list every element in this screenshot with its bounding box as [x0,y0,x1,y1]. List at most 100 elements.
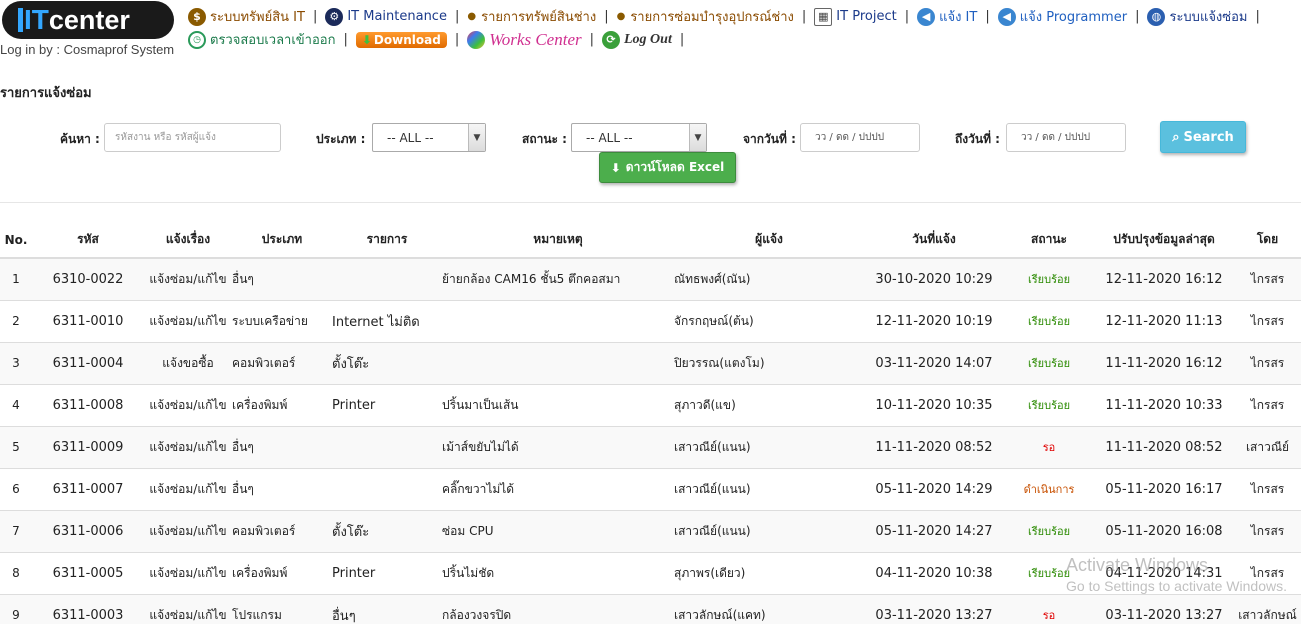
col-subject[interactable]: แจ้งเรื่อง [144,222,232,259]
cell-subject: แจ้งซ่อม/แก้ไข [144,425,232,468]
cell-by: ไกรสร [1234,257,1301,300]
top-nav-row-2: ◷ ตรวจสอบเวลาเข้าออก | ⬇ Download | Works… [188,29,692,50]
nav-works-center[interactable]: Works Center [467,30,582,50]
nav-check-time[interactable]: ◷ ตรวจสอบเวลาเข้าออก [188,29,335,50]
col-note[interactable]: หมายเหตุ [442,222,674,259]
download-excel-button[interactable]: ⬇ ดาวน์โหลด Excel [599,152,736,183]
table-row[interactable]: 6 6311-0007 แจ้งซ่อม/แก้ไข อื่นๆ คลิ๊กขวาไม่… [0,467,1301,510]
cell-no: 3 [0,341,32,384]
cell-item: อื่นๆ [332,593,442,624]
cell-subject: แจ้งซ่อม/แก้ไข [144,509,232,552]
nav-separator: | [312,9,318,24]
cell-subject: แจ้งขอซื้อ [144,341,232,384]
col-item[interactable]: รายการ [332,222,442,259]
calendar-icon: ▦ [814,7,833,26]
works-icon [467,30,486,49]
cell-by: เสาวณีย์ [1234,425,1301,468]
col-type[interactable]: ประเภท [232,222,332,259]
cell-type: อื่นๆ [232,257,332,300]
nav-repair-system[interactable]: ◍ ระบบแจ้งซ่อม [1147,6,1247,27]
globe-icon: ◍ [1147,7,1166,26]
cell-subject: แจ้งซ่อม/แก้ไข [144,257,232,300]
nav-label: ระบบแจ้งซ่อม [1169,10,1248,25]
cell-type: คอมพิวเตอร์ [232,341,332,384]
col-by[interactable]: โดย [1234,222,1301,259]
cell-code: 6311-0004 [32,341,144,384]
nav-asset-it[interactable]: $ ระบบทรัพย์สิน IT [188,6,305,27]
table-row[interactable]: 4 6311-0008 แจ้งซ่อม/แก้ไข เครื่องพิมพ์ Prin… [0,383,1301,426]
cell-date: 30-10-2020 10:29 [864,257,1004,300]
table-row[interactable]: 2 6311-0010 แจ้งซ่อม/แก้ไข ระบบเครือข่าย Int… [0,299,1301,342]
cell-date: 03-11-2020 14:07 [864,341,1004,384]
nav-it-maintenance[interactable]: ⚙ IT Maintenance [325,7,447,26]
from-date-input[interactable]: วว / ดด / ปปปป [800,123,920,152]
to-date-input[interactable]: วว / ดด / ปปปป [1006,123,1126,152]
cell-updated: 05-11-2020 16:08 [1094,509,1234,552]
cell-note: ปริ้นมาเป็นเส้น [442,383,674,426]
nav-report-it[interactable]: ◀ แจ้ง IT [917,6,977,27]
cell-item [332,467,442,510]
nav-separator: | [343,32,348,47]
top-nav-row-1: $ ระบบทรัพย์สิน IT | ⚙ IT Maintenance | … [188,6,1268,27]
nav-label: Log Out [624,31,672,47]
search-button[interactable]: ⌕ Search [1160,121,1246,153]
itcenter-logo[interactable]: IT center [2,1,174,39]
cell-by: เสาวลักษณ์ [1234,593,1301,624]
cell-no: 9 [0,593,32,624]
col-reporter[interactable]: ผู้แจ้ง [674,222,864,259]
search-input[interactable]: รหัสงาน หรือ รหัสผู้แจ้ง [104,123,281,152]
cell-note: ปริ้นไม่ชัด [442,551,674,594]
nav-download[interactable]: ⬇ Download [355,31,447,48]
cell-code: 6311-0009 [32,425,144,468]
cell-updated: 11-11-2020 10:33 [1094,383,1234,426]
nav-report-programmer[interactable]: ◀ แจ้ง Programmer [997,6,1127,27]
table-row[interactable]: 9 6311-0003 แจ้งซ่อม/แก้ไข โปรแกรม อื่นๆ กล้อ… [0,593,1301,624]
cell-item: Printer [332,551,442,594]
windows-activation-watermark: Activate Windows Go to Settings to activ… [1066,555,1287,594]
table-row[interactable]: 7 6311-0006 แจ้งซ่อม/แก้ไข คอมพิวเตอร์ ตั้งโ… [0,509,1301,552]
col-no[interactable]: No. [0,222,32,259]
cell-code: 6311-0006 [32,509,144,552]
status-badge: เรียบร้อย [1027,567,1071,580]
cell-reporter: สุภาพร(เดียว) [674,551,864,594]
type-select[interactable]: -- ALL -- ▼ [372,123,486,152]
cell-type: เครื่องพิมพ์ [232,383,332,426]
from-date-label: จากวันที่ : [743,132,796,146]
watermark-line-1: Activate Windows [1066,555,1209,575]
nav-label: Download [373,32,441,47]
nav-it-project[interactable]: ▦ IT Project [814,7,897,26]
type-select-value: -- ALL -- [387,130,434,145]
cell-type: คอมพิวเตอร์ [232,509,332,552]
col-status[interactable]: สถานะ [1004,222,1094,259]
nav-logout[interactable]: ⟳ Log Out [602,30,672,49]
divider [0,202,1301,203]
chevron-down-icon: ▼ [468,124,485,151]
table-row[interactable]: 5 6311-0009 แจ้งซ่อม/แก้ไข อื่นๆ เม้าส์ขยับไ… [0,425,1301,468]
status-select[interactable]: -- ALL -- ▼ [571,123,707,152]
nav-separator: | [454,9,460,24]
cell-by: ไกรสร [1234,341,1301,384]
table-row[interactable]: 3 6311-0004 แจ้งขอซื้อ คอมพิวเตอร์ ตั้งโต๊ะ ป… [0,341,1301,384]
cell-updated: 05-11-2020 16:17 [1094,467,1234,510]
col-date[interactable]: วันที่แจ้ง [864,222,1004,259]
nav-tech-assets[interactable]: ● รายการทรัพย์สินช่าง [467,6,596,27]
cell-item: ตั้งโต๊ะ [332,509,442,552]
cell-item [332,257,442,300]
col-updated[interactable]: ปรับปรุงข้อมูลล่าสุด [1094,222,1234,259]
cell-subject: แจ้งซ่อม/แก้ไข [144,593,232,624]
cell-subject: แจ้งซ่อม/แก้ไข [144,299,232,342]
cell-reporter: เสาวณีย์(แนน) [674,509,864,552]
cell-no: 6 [0,467,32,510]
col-code[interactable]: รหัส [32,222,144,259]
cell-date: 10-11-2020 10:35 [864,383,1004,426]
cell-item: ตั้งโต๊ะ [332,341,442,384]
table-row[interactable]: 1 6310-0022 แจ้งซ่อม/แก้ไข อื่นๆ ย้ายกล้อง C… [0,257,1301,300]
chevron-down-icon: ▼ [689,124,706,151]
cell-type: อื่นๆ [232,467,332,510]
cell-type: เครื่องพิมพ์ [232,551,332,594]
cell-date: 05-11-2020 14:27 [864,509,1004,552]
status-badge: เรียบร้อย [1027,273,1071,287]
cell-updated: 11-11-2020 16:12 [1094,341,1234,384]
bullet-icon: ● [616,11,626,22]
nav-tech-repairs[interactable]: ● รายการซ่อมบำรุงอุปกรณ์ช่าง [617,6,794,27]
